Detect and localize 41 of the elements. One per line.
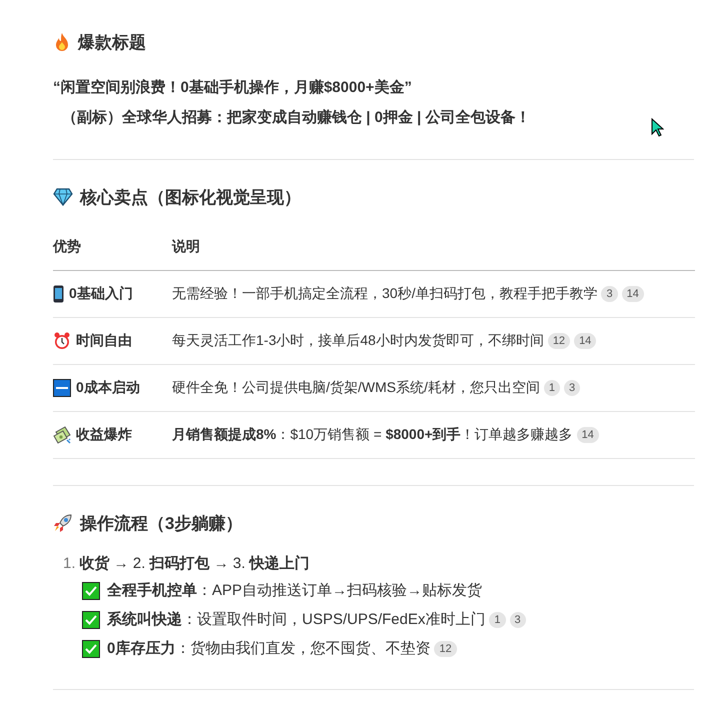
citation-badge[interactable]: 12: [434, 641, 457, 657]
advantage-label: 0成本启动: [76, 379, 140, 397]
rocket-icon: [53, 513, 73, 533]
advantage-label: 时间自由: [76, 332, 132, 350]
citation-badge[interactable]: 14: [574, 333, 596, 349]
diamond-icon: [53, 188, 73, 206]
citation-badge[interactable]: 12: [548, 333, 570, 349]
column-header: 优势: [53, 224, 172, 270]
citation-badge[interactable]: 1: [544, 380, 560, 396]
section-heading: 爆款标题: [78, 32, 146, 54]
description-text: 月销售额提成8%：$10万销售额 = $8000+到手！订单越多赚越多: [172, 426, 573, 442]
description-text: 无需经验！一部手机搞定全流程，30秒/单扫码打包，教程手把手教学: [172, 285, 598, 301]
checklist-text: 0库存压力：货物由我们直发，您不囤货、不垫资: [107, 640, 430, 657]
description-text: 每天灵活工作1-3小时，接单后48小时内发货即可，不绑时间: [172, 332, 544, 348]
column-header: 说明: [172, 224, 695, 270]
citation-badge[interactable]: 14: [622, 286, 644, 302]
list-number: 1.: [63, 554, 76, 572]
citation-badge[interactable]: 3: [601, 286, 618, 302]
section-heading: 操作流程（3步躺赚）: [80, 512, 242, 534]
advantage-label: 0基础入门: [69, 285, 133, 303]
advantage-label: 收益爆炸: [76, 426, 132, 444]
citation-badge[interactable]: 14: [576, 427, 599, 443]
title-text: “闲置空间别浪费！0基础手机操作，月赚$8000+美金”: [53, 78, 412, 98]
citation-badge[interactable]: 3: [510, 612, 526, 628]
process-flow-text: 收货 → 2. 扫码打包 → 3. 快递上门: [80, 554, 310, 572]
citation-badge[interactable]: 3: [564, 380, 580, 396]
section-heading: 核心卖点（图标化视觉呈现）: [80, 186, 301, 208]
cursor-icon: [651, 118, 664, 137]
alarm-clock-icon: [53, 332, 71, 350]
checkmark-icon: [82, 582, 100, 600]
phone-icon: [53, 285, 64, 303]
checklist-text: 全程手机控单：APP自动推送订单→扫码核验→贴标发货: [107, 582, 482, 599]
checkmark-icon: [82, 610, 100, 628]
checkmark-icon: [82, 640, 100, 658]
subtitle-text: （副标）全球华人招募：把家变成自动赚钱仓 | 0押金 | 公司全包设备！: [61, 108, 530, 128]
citation-badge[interactable]: 1: [489, 612, 506, 628]
free-tag-icon: [53, 379, 71, 397]
description-text: 硬件全免！公司提供电脑/货架/WMS系统/耗材，您只出空间: [172, 379, 540, 395]
checklist-text: 系统叫快递：设置取件时间，USPS/UPS/FedEx准时上门: [107, 611, 486, 628]
fire-icon: [53, 32, 71, 52]
banknote-icon: [53, 426, 71, 444]
